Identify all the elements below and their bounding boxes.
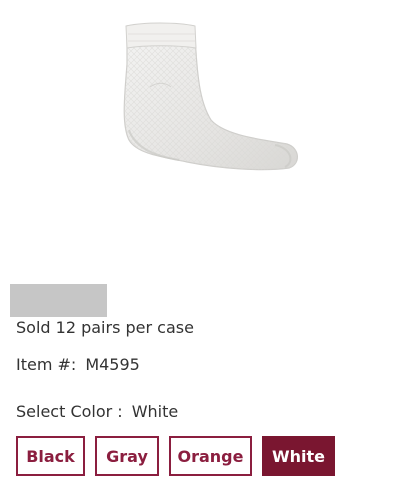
color-option-black[interactable]: Black [16,436,85,476]
select-color-row: Select Color : White [16,402,178,422]
sold-per-case-text: Sold 12 pairs per case [16,318,194,337]
item-number-value: M4595 [85,355,140,374]
color-options: Black Gray Orange White [16,436,335,476]
item-number-row: Item #: M4595 [16,355,140,375]
price-placeholder [10,284,107,317]
selected-color-value: White [131,402,179,421]
product-image [95,12,315,182]
sock-illustration [123,22,298,171]
color-option-white[interactable]: White [262,436,335,476]
color-option-orange[interactable]: Orange [169,436,252,476]
item-number-label: Item #: [16,355,77,374]
select-color-label: Select Color : [16,402,123,421]
color-option-gray[interactable]: Gray [95,436,159,476]
